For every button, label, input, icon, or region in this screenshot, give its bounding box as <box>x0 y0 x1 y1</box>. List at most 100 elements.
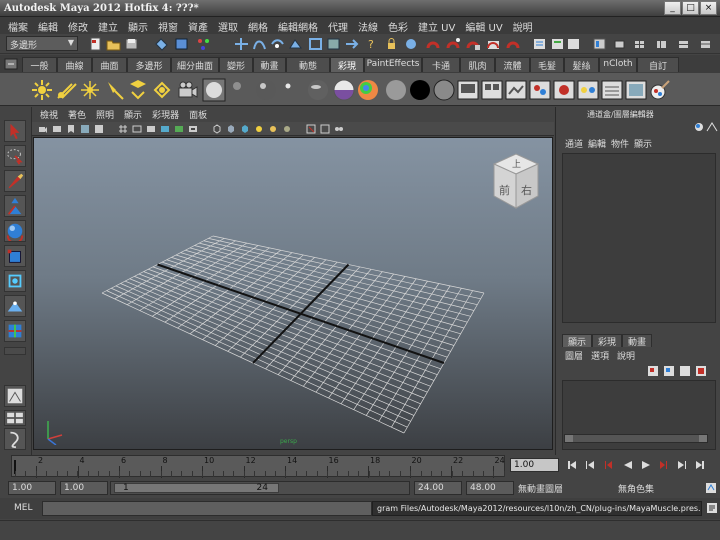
layout-persp-outliner-icon[interactable] <box>654 37 669 51</box>
anim-layer-selector[interactable]: 無動畫圖層 <box>518 482 563 495</box>
step-back-key-icon[interactable] <box>584 459 596 471</box>
shelf-tab-painteffects[interactable]: PaintEffects <box>364 57 422 72</box>
channel-box-menu-object[interactable]: 物件 <box>611 137 634 151</box>
xray-joints-icon[interactable] <box>334 124 344 134</box>
channel-box-toggle-icon[interactable] <box>592 37 607 51</box>
shelf-tab-dynamics[interactable]: 動態 <box>286 57 330 72</box>
menu-set-dropdown[interactable]: 多邊形 ▼ <box>6 36 78 51</box>
shelf-tab-deformation[interactable]: 變形 <box>219 57 253 72</box>
menu-assets[interactable]: 資產 <box>184 17 214 34</box>
lock-selection-icon[interactable] <box>384 37 399 51</box>
step-forward-frame-icon[interactable] <box>658 459 670 471</box>
construction-history-icon[interactable] <box>326 37 341 51</box>
layout-quick-single-icon[interactable] <box>4 385 26 407</box>
menu-select[interactable]: 選取 <box>214 17 244 34</box>
play-backwards-icon[interactable] <box>622 459 634 471</box>
help-icon[interactable]: ? <box>364 37 379 51</box>
layout-single-icon[interactable] <box>612 37 627 51</box>
save-scene-icon[interactable] <box>124 37 139 51</box>
shelf-menu-gear-icon[interactable] <box>4 58 18 70</box>
ramp-shader-icon[interactable] <box>356 78 380 102</box>
shader-library-icon[interactable] <box>600 78 624 102</box>
layer-tab-anim[interactable]: 動畫 <box>622 334 653 348</box>
wireframe-icon[interactable] <box>212 124 222 134</box>
shelf-tab-hair[interactable]: 髮絲 <box>564 57 599 72</box>
panel-menu-panels[interactable]: 面板 <box>185 107 213 122</box>
end-time-field[interactable]: 48.00 <box>466 481 514 495</box>
volume-light-icon[interactable] <box>150 78 174 102</box>
phonge-material-icon[interactable] <box>280 78 304 102</box>
field-chart-icon[interactable] <box>174 124 184 134</box>
channel-box-content[interactable] <box>562 153 716 323</box>
gate-mask-icon[interactable] <box>160 124 170 134</box>
viewcube[interactable]: 上 前 右 <box>492 152 540 210</box>
resolution-gate-icon[interactable] <box>146 124 156 134</box>
tool-settings-toggle-icon[interactable] <box>566 37 581 51</box>
command-language-label[interactable]: MEL <box>14 503 32 513</box>
open-scene-icon[interactable] <box>106 37 121 51</box>
input-output-icon[interactable] <box>344 37 359 51</box>
current-frame-field[interactable]: 1.00 <box>510 458 559 472</box>
range-bar[interactable]: 1 24 <box>110 481 410 495</box>
move-tool-icon[interactable] <box>4 195 26 217</box>
hypershade-window-icon[interactable] <box>552 78 576 102</box>
blinn-material-icon[interactable] <box>202 78 226 102</box>
character-set-selector[interactable]: 無角色集 <box>618 482 654 495</box>
select-component-icon[interactable] <box>196 37 211 51</box>
layer-tab-render[interactable]: 彩現 <box>592 334 623 348</box>
paint-brush-icon[interactable] <box>648 78 672 102</box>
menu-proxy[interactable]: 代理 <box>324 17 354 34</box>
snap-point-icon[interactable] <box>270 37 285 51</box>
layout-hypershade-icon[interactable] <box>698 37 713 51</box>
menu-display[interactable]: 顯示 <box>124 17 154 34</box>
layered-shader-icon[interactable] <box>332 78 356 102</box>
channel-box-mode-icons[interactable] <box>694 121 720 133</box>
new-scene-icon[interactable] <box>88 37 103 51</box>
select-object-icon[interactable] <box>174 37 189 51</box>
menu-create-uvs[interactable]: 建立 UV <box>414 17 461 34</box>
playback-start-field[interactable]: 1.00 <box>60 481 108 495</box>
safe-action-icon[interactable] <box>188 124 198 134</box>
go-to-end-icon[interactable] <box>694 459 706 471</box>
step-back-frame-icon[interactable] <box>602 459 614 471</box>
layout-quick-outliner-icon[interactable] <box>4 428 26 450</box>
light-linking-icon[interactable] <box>576 78 600 102</box>
panel-menu-lighting[interactable]: 照明 <box>92 107 120 122</box>
shelf-tab-fur[interactable]: 毛髮 <box>530 57 564 72</box>
layer-menu-options[interactable]: 選項 <box>591 349 617 362</box>
camera-icon[interactable] <box>176 78 200 102</box>
play-forwards-icon[interactable] <box>640 459 652 471</box>
render-current-icon[interactable] <box>426 37 441 51</box>
ambient-light-icon[interactable] <box>30 78 54 102</box>
render-view-icon[interactable] <box>506 37 521 51</box>
layer-menu-help[interactable]: 說明 <box>617 349 643 362</box>
film-gate-icon[interactable] <box>132 124 142 134</box>
paint-canvas-icon[interactable] <box>624 78 648 102</box>
step-forward-key-icon[interactable] <box>676 459 688 471</box>
go-to-start-icon[interactable] <box>566 459 578 471</box>
menu-mesh[interactable]: 網格 <box>244 17 274 34</box>
select-hierarchy-icon[interactable] <box>154 37 169 51</box>
shelf-tab-toon[interactable]: 卡通 <box>422 57 460 72</box>
shelf-tab-polygons[interactable]: 多邊形 <box>127 57 171 72</box>
layer-tab-display[interactable]: 顯示 <box>562 334 593 348</box>
smooth-shade-icon[interactable] <box>226 124 236 134</box>
menu-modify[interactable]: 修改 <box>64 17 94 34</box>
isolate-select-icon[interactable] <box>306 124 316 134</box>
all-lights-icon[interactable] <box>268 124 278 134</box>
channel-box-menu-channels[interactable]: 通道 <box>565 137 588 151</box>
shadows-icon[interactable] <box>282 124 292 134</box>
scroll-left-arrow[interactable] <box>565 435 573 442</box>
batch-render-icon[interactable] <box>504 78 528 102</box>
render-settings-icon[interactable] <box>466 37 481 51</box>
paint-select-tool-icon[interactable] <box>4 170 26 192</box>
texture-editor-icon[interactable] <box>528 78 552 102</box>
attribute-editor-toggle-icon[interactable] <box>550 37 565 51</box>
render-pass-icon[interactable] <box>480 78 504 102</box>
snap-grid-icon[interactable] <box>234 37 249 51</box>
animation-prefs-icon[interactable] <box>705 482 717 494</box>
rotate-tool-icon[interactable] <box>4 220 26 242</box>
layout-persp-graph-icon[interactable] <box>676 37 691 51</box>
shelf-tab-subdivs[interactable]: 細分曲面 <box>171 57 219 72</box>
universal-manipulator-icon[interactable] <box>4 270 26 292</box>
